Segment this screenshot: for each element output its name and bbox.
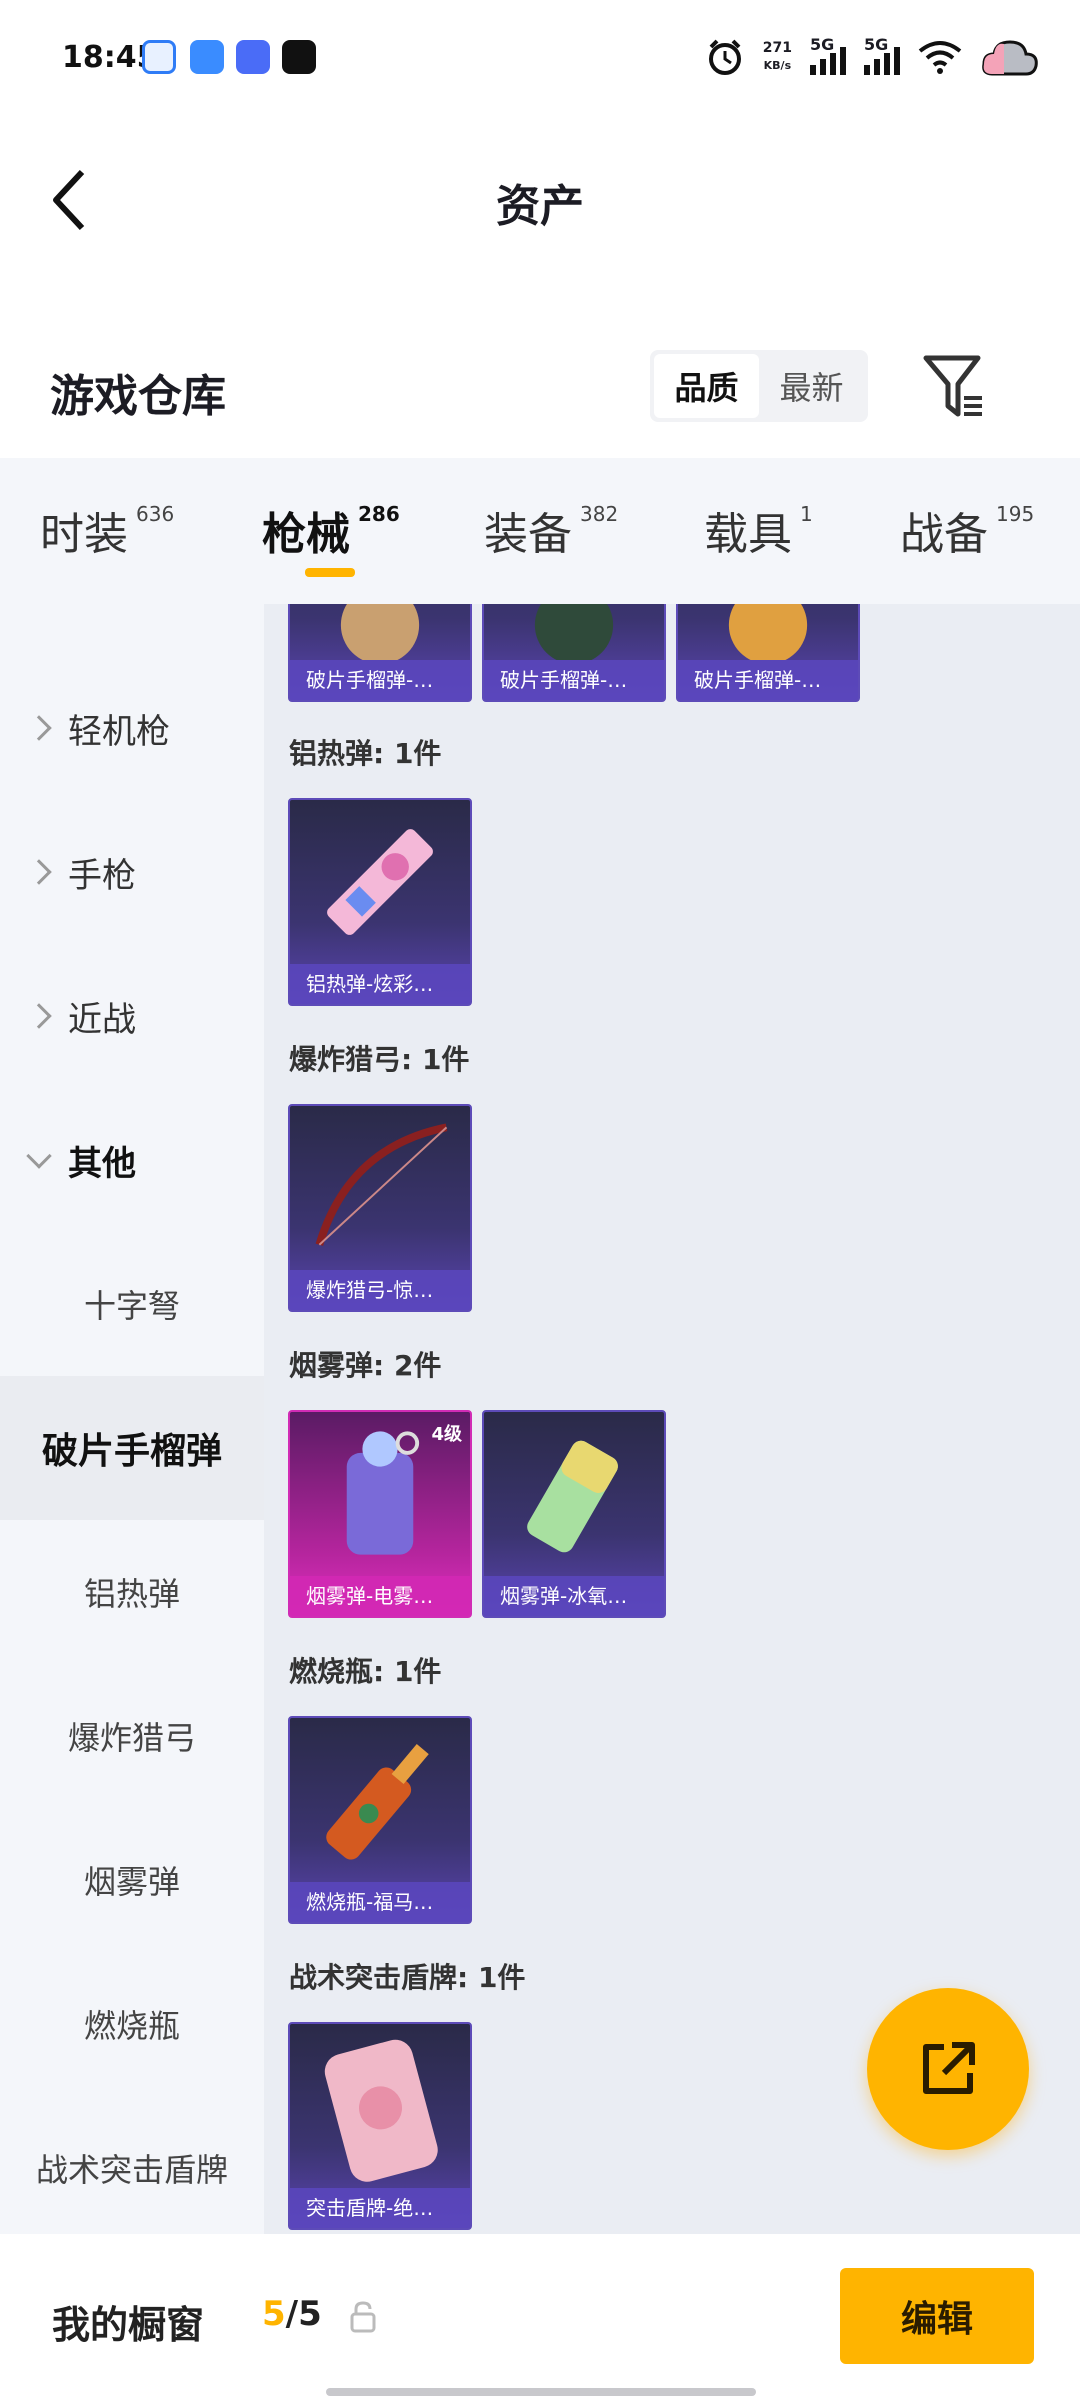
- sidebar-item-other[interactable]: 其他: [0, 1088, 264, 1232]
- tab-firearms[interactable]: 枪械 286: [262, 498, 400, 562]
- item-card[interactable]: 燃烧瓶-福马…: [288, 1716, 472, 1924]
- item-card[interactable]: 爆炸猎弓-惊…: [288, 1104, 472, 1312]
- showcase-label: 我的橱窗: [52, 2303, 205, 2347]
- shield-skin-image: [324, 2039, 438, 2182]
- item-card[interactable]: 破片手榴弹-…: [676, 604, 860, 702]
- sidebar-item-explosive-bow[interactable]: 爆炸猎弓: [0, 1664, 264, 1808]
- page-title: 资产: [496, 181, 584, 232]
- chevron-down-icon: [26, 1143, 52, 1169]
- battery-cloud-icon: [982, 40, 1038, 76]
- signal-icon: 5G: [810, 35, 846, 75]
- sidebar-item-molotov[interactable]: 燃烧瓶: [0, 1952, 264, 2096]
- home-indicator[interactable]: [326, 2388, 756, 2396]
- sidebar-item-thermite[interactable]: 铝热弹: [0, 1520, 264, 1664]
- wifi-icon: [918, 41, 962, 74]
- grenade-skin-image: [728, 604, 808, 660]
- thermite-skin-image: [327, 829, 433, 935]
- sidebar-item-pistol[interactable]: 手枪: [0, 800, 264, 944]
- tab-tactical[interactable]: 战备 195: [900, 498, 1034, 562]
- bow-skin-image: [315, 1123, 448, 1246]
- group-label: 爆炸猎弓: 1件: [289, 1043, 470, 1076]
- header: 资产: [0, 120, 1080, 280]
- tab-vehicles[interactable]: 载具 1: [704, 498, 813, 562]
- sort-toggle: 品质 最新: [650, 350, 868, 422]
- level-badge: 4级: [431, 1424, 462, 1445]
- sidebar-item-crossbow[interactable]: 十字弩: [0, 1232, 264, 1376]
- sidebar-item-frag-grenade[interactable]: 破片手榴弹: [0, 1376, 264, 1520]
- showcase-count: 5/5: [262, 2294, 322, 2334]
- vivo-icon: [236, 40, 270, 74]
- item-card[interactable]: 破片手榴弹-…: [482, 604, 666, 702]
- grenade-skin-image: [340, 604, 420, 660]
- grenade-skin-image: [534, 604, 614, 660]
- app-notification-icon: [190, 40, 224, 74]
- smoke-skin-image: [527, 1440, 618, 1553]
- chevron-right-icon: [26, 1003, 52, 1029]
- sort-newest[interactable]: 最新: [759, 354, 864, 418]
- group-label: 烟雾弹: 2件: [289, 1349, 442, 1382]
- chevron-right-icon: [26, 715, 52, 741]
- sidebar-item-melee[interactable]: 近战: [0, 944, 264, 1088]
- group-label: 铝热弹: 1件: [289, 737, 442, 770]
- group-label: 战术突击盾牌: 1件: [289, 1961, 526, 1994]
- edit-button[interactable]: 编辑: [840, 2268, 1034, 2364]
- sidebar-item-lmg[interactable]: 轻机枪: [0, 656, 264, 800]
- active-tab-indicator: [305, 568, 355, 577]
- chevron-right-icon: [26, 859, 52, 885]
- item-card[interactable]: 突击盾牌-绝…: [288, 2022, 472, 2230]
- external-edit-icon: [923, 2042, 975, 2094]
- item-card[interactable]: 破片手榴弹-…: [288, 604, 472, 702]
- subcategory-sidebar: 轻机枪 手枪 近战 其他 十字弩 破片手榴弹 铝热弹 爆炸猎弓 烟雾弹 燃烧瓶 …: [0, 604, 264, 2234]
- tab-equipment[interactable]: 装备 382: [484, 498, 618, 562]
- sort-quality[interactable]: 品质: [654, 354, 759, 418]
- molotov-skin-image: [326, 1744, 429, 1860]
- status-bar: 18:45 271 KB/s 5G 5G: [0, 0, 1080, 120]
- item-card[interactable]: 铝热弹-炫彩…: [288, 798, 472, 1006]
- item-card[interactable]: 烟雾弹-冰氧…: [482, 1410, 666, 1618]
- warehouse-title: 游戏仓库: [50, 371, 226, 422]
- tab-fashion[interactable]: 时装 636: [40, 498, 174, 562]
- category-tabs: 时装 636 枪械 286 装备 382 载具 1 战备 195: [0, 458, 1080, 604]
- filter-icon: [923, 355, 982, 417]
- alarm-icon: [708, 39, 741, 75]
- signal-icon: 5G: [864, 35, 900, 75]
- sidebar-item-shield[interactable]: 战术突击盾牌: [0, 2096, 264, 2234]
- filter-button[interactable]: [920, 352, 986, 422]
- app-notification-icon: [282, 40, 316, 74]
- sidebar-item-smoke[interactable]: 烟雾弹: [0, 1808, 264, 1952]
- network-speed: 271 KB/s: [762, 40, 792, 72]
- bottom-bar: 我的橱窗 5/5 编辑: [0, 2234, 1080, 2400]
- lock-icon: [350, 2301, 376, 2333]
- group-label: 燃烧瓶: 1件: [289, 1655, 442, 1688]
- item-card[interactable]: 4级 烟雾弹-电雾…: [288, 1410, 472, 1618]
- status-right: 271 KB/s 5G 5G: [705, 32, 1040, 82]
- app-notification-icon: [142, 40, 176, 74]
- floating-edit-button[interactable]: [867, 1988, 1029, 2150]
